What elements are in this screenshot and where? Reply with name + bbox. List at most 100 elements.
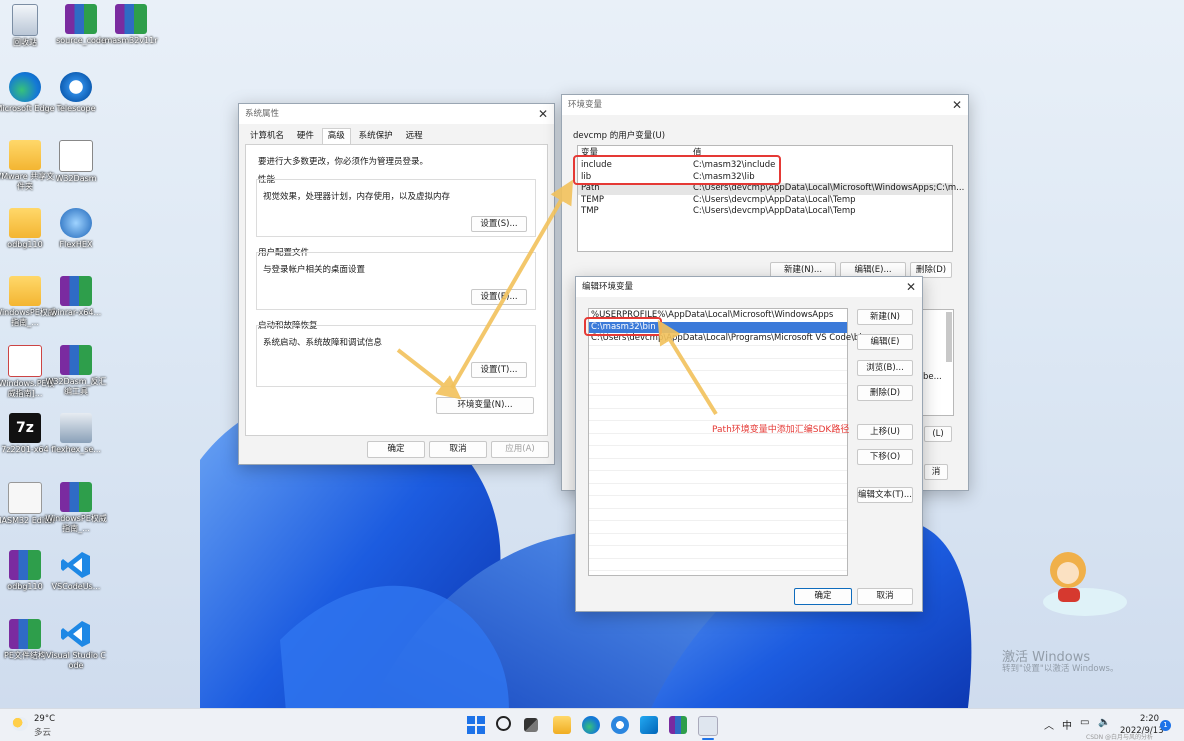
move-up-button[interactable]: 上移(U) xyxy=(857,424,913,440)
desktop-icon[interactable]: masm32v11r xyxy=(100,4,162,46)
weather-icon[interactable] xyxy=(12,717,28,731)
close-icon[interactable]: ✕ xyxy=(952,95,962,115)
desktop-icon[interactable]: Telescope xyxy=(45,72,107,114)
environment-variables-button[interactable]: 环境变量(N)... xyxy=(436,397,534,414)
network-icon[interactable]: ▭ xyxy=(1080,717,1089,728)
empty-row-separator xyxy=(589,345,847,346)
inst-icon xyxy=(60,413,92,443)
edit-entry-button[interactable]: 编辑(E) xyxy=(857,334,913,350)
weather-description[interactable]: 多云 xyxy=(34,726,51,738)
desktop-icon-label: Visual Studio Code xyxy=(45,651,107,670)
rar-icon xyxy=(9,550,41,580)
rar-icon xyxy=(9,619,41,649)
desktop-icon-label: 回收站 xyxy=(13,38,37,47)
desktop-icon-label: masm32v11r xyxy=(104,36,158,45)
desktop-icon-label: Telescope xyxy=(56,104,96,113)
edit-text-button[interactable]: 编辑文本(T)... xyxy=(857,487,913,503)
system-delete-button-partial[interactable]: (L) xyxy=(924,426,952,442)
mascot-sticker xyxy=(1043,552,1127,616)
table-row[interactable]: TMP C:\Users\devcmp\AppData\Local\Temp xyxy=(578,206,952,218)
clock-time[interactable]: 2:20 xyxy=(1140,714,1159,724)
flex-icon xyxy=(60,208,92,238)
desktop-icon[interactable]: 回收站 xyxy=(0,4,56,48)
start-icon[interactable] xyxy=(467,716,485,734)
startup-settings-button[interactable]: 设置(T)... xyxy=(471,362,527,378)
new-entry-button[interactable]: 新建(N) xyxy=(857,309,913,325)
desktop-icon[interactable]: VSCodeUs... xyxy=(45,550,107,592)
input-language-indicator[interactable]: 中 xyxy=(1062,717,1072,732)
path-entries-list[interactable]: %USERPROFILE%\AppData\Local\Microsoft\Wi… xyxy=(588,308,867,576)
empty-row-separator xyxy=(589,357,847,359)
system-properties-window: 系统属性 ✕ 计算机名 硬件 高级 系统保护 远程 要进行大多数更改，你必须作为… xyxy=(238,103,555,465)
system-properties-taskbar-icon[interactable] xyxy=(698,716,718,736)
annotation-text: Path环境变量中添加汇编SDK路径 xyxy=(712,425,850,435)
delete-entry-button[interactable]: 删除(D) xyxy=(857,385,913,401)
desktop-icon[interactable]: flexhex_se... xyxy=(45,413,107,455)
empty-row-separator xyxy=(589,470,847,471)
task-view-icon[interactable] xyxy=(524,718,538,732)
desktop-icon[interactable]: Visual Studio Code xyxy=(45,619,107,671)
user-profiles-settings-button[interactable]: 设置(E)... xyxy=(471,289,527,305)
cancel-button[interactable]: 取消 xyxy=(429,441,487,458)
ok-button[interactable]: 确定 xyxy=(367,441,425,458)
empty-row-separator xyxy=(589,445,847,446)
startup-recovery-description: 系统启动、系统故障和调试信息 xyxy=(263,338,383,348)
tab-hardware[interactable]: 硬件 xyxy=(292,129,319,144)
empty-row-separator xyxy=(589,520,847,521)
browse-button[interactable]: 浏览(B)... xyxy=(857,360,913,376)
edge-icon xyxy=(9,72,41,102)
variable-value: C:\Users\devcmp\AppData\Local\Temp xyxy=(693,206,856,217)
edge-icon[interactable] xyxy=(582,716,600,734)
variable-name: TEMP xyxy=(581,194,605,205)
empty-row-separator xyxy=(589,457,847,459)
scrollbar-thumb[interactable] xyxy=(946,312,952,362)
user-profiles-group: 与登录帐户相关的桌面设置 设置(E)... xyxy=(256,252,536,310)
desktop-icon[interactable]: FlexHEX xyxy=(45,208,107,250)
ok-button[interactable]: 确定 xyxy=(794,588,852,605)
rar-icon xyxy=(65,4,97,34)
performance-group: 视觉效果，处理器计划，内存使用，以及虚拟内存 设置(S)... xyxy=(256,179,536,237)
bin-icon xyxy=(12,4,38,36)
empty-row-separator xyxy=(589,507,847,509)
empty-row-separator xyxy=(589,420,847,421)
rar-icon xyxy=(60,482,92,512)
system-variables-list-partial[interactable]: be... xyxy=(922,309,954,416)
performance-description: 视觉效果，处理器计划，内存使用，以及虚拟内存 xyxy=(263,192,451,202)
empty-row-separator xyxy=(589,557,847,559)
weather-temperature[interactable]: 29°C xyxy=(34,714,55,724)
empty-row-separator xyxy=(589,370,847,371)
cancel-button[interactable]: 取消 xyxy=(857,588,913,605)
empty-row-separator xyxy=(589,532,847,534)
desktop-icon-label: flexhex_se... xyxy=(51,445,101,454)
search-icon[interactable] xyxy=(496,716,511,731)
vscode-icon[interactable] xyxy=(640,716,658,734)
user-variables-label: devcmp 的用户变量(U) xyxy=(573,131,666,141)
move-down-button[interactable]: 下移(O) xyxy=(857,449,913,465)
apply-button[interactable]: 应用(A) xyxy=(491,441,549,458)
desktop-icon[interactable]: W32Dasm_反汇编工具 xyxy=(45,345,107,397)
edit-env-titlebar: 编辑环境变量 ✕ xyxy=(576,277,922,297)
tab-bar: 计算机名 硬件 高级 系统保护 远程 xyxy=(245,128,428,144)
notification-badge[interactable]: 1 xyxy=(1160,720,1171,731)
desktop-icon[interactable]: W32Dasm xyxy=(45,140,107,184)
tab-computer-name[interactable]: 计算机名 xyxy=(245,129,289,144)
highlight-include-lib xyxy=(573,155,781,185)
empty-row-separator xyxy=(589,495,847,496)
file-explorer-icon[interactable] xyxy=(553,716,571,734)
chevron-up-icon[interactable]: ︿ xyxy=(1044,717,1054,732)
environment-variables-titlebar: 环境变量 ✕ xyxy=(562,95,968,115)
close-icon[interactable]: ✕ xyxy=(538,104,548,124)
close-icon[interactable]: ✕ xyxy=(906,277,916,297)
performance-settings-button[interactable]: 设置(S)... xyxy=(471,216,527,232)
winrar-icon[interactable] xyxy=(669,716,687,734)
telescope-icon[interactable] xyxy=(611,716,629,734)
tab-advanced[interactable]: 高级 xyxy=(321,128,351,144)
desktop-icon[interactable]: WindowsPE权威指南_... xyxy=(45,482,107,534)
desktop-icon[interactable]: winrar-x64... xyxy=(45,276,107,318)
env-cancel-button-partial[interactable]: 消 xyxy=(924,464,948,480)
tab-remote[interactable]: 远程 xyxy=(401,129,428,144)
tab-system-protection[interactable]: 系统保护 xyxy=(354,129,398,144)
volume-icon[interactable]: 🔈 xyxy=(1098,717,1110,728)
table-row[interactable]: TEMP C:\Users\devcmp\AppData\Local\Temp xyxy=(578,195,952,207)
dialog-title: 编辑环境变量 xyxy=(582,282,634,292)
